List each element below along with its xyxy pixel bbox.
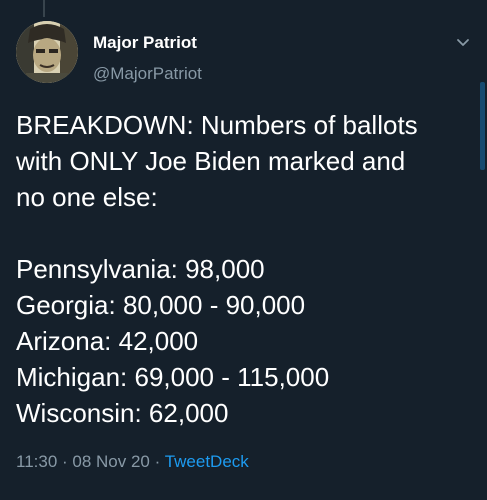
state-line-georgia: Georgia: 80,000 - 90,000 [16,290,306,320]
tweet-source-link[interactable]: TweetDeck [165,452,249,471]
author-handle[interactable]: @MajorPatriot [93,64,202,84]
tweet-date[interactable]: 08 Nov 20 [72,452,150,471]
author-name[interactable]: Major Patriot [93,33,197,53]
avatar-image [16,21,78,83]
tweet-line: with ONLY Joe Biden marked and [16,146,406,176]
scrollbar[interactable] [480,82,485,170]
tweet-text: BREAKDOWN: Numbers of ballots with ONLY … [16,107,476,431]
state-line-wisconsin: Wisconsin: 62,000 [16,398,229,428]
state-line-arizona: Arizona: 42,000 [16,326,199,356]
chevron-down-icon[interactable] [456,36,470,50]
tweet-meta: 11:30 · 08 Nov 20 · TweetDeck [16,451,249,473]
tweet-time[interactable]: 11:30 [16,452,57,471]
thread-line [43,0,45,17]
tweet-card[interactable]: Major Patriot @MajorPatriot BREAKDOWN: N… [0,0,487,500]
state-line-michigan: Michigan: 69,000 - 115,000 [16,362,330,392]
meta-separator: · [149,452,165,471]
tweet-line: no one else: [16,182,158,212]
state-line-pennsylvania: Pennsylvania: 98,000 [16,254,265,284]
meta-separator: · [57,452,73,471]
avatar[interactable] [16,21,78,83]
tweet-line: BREAKDOWN: Numbers of ballots [16,110,418,140]
